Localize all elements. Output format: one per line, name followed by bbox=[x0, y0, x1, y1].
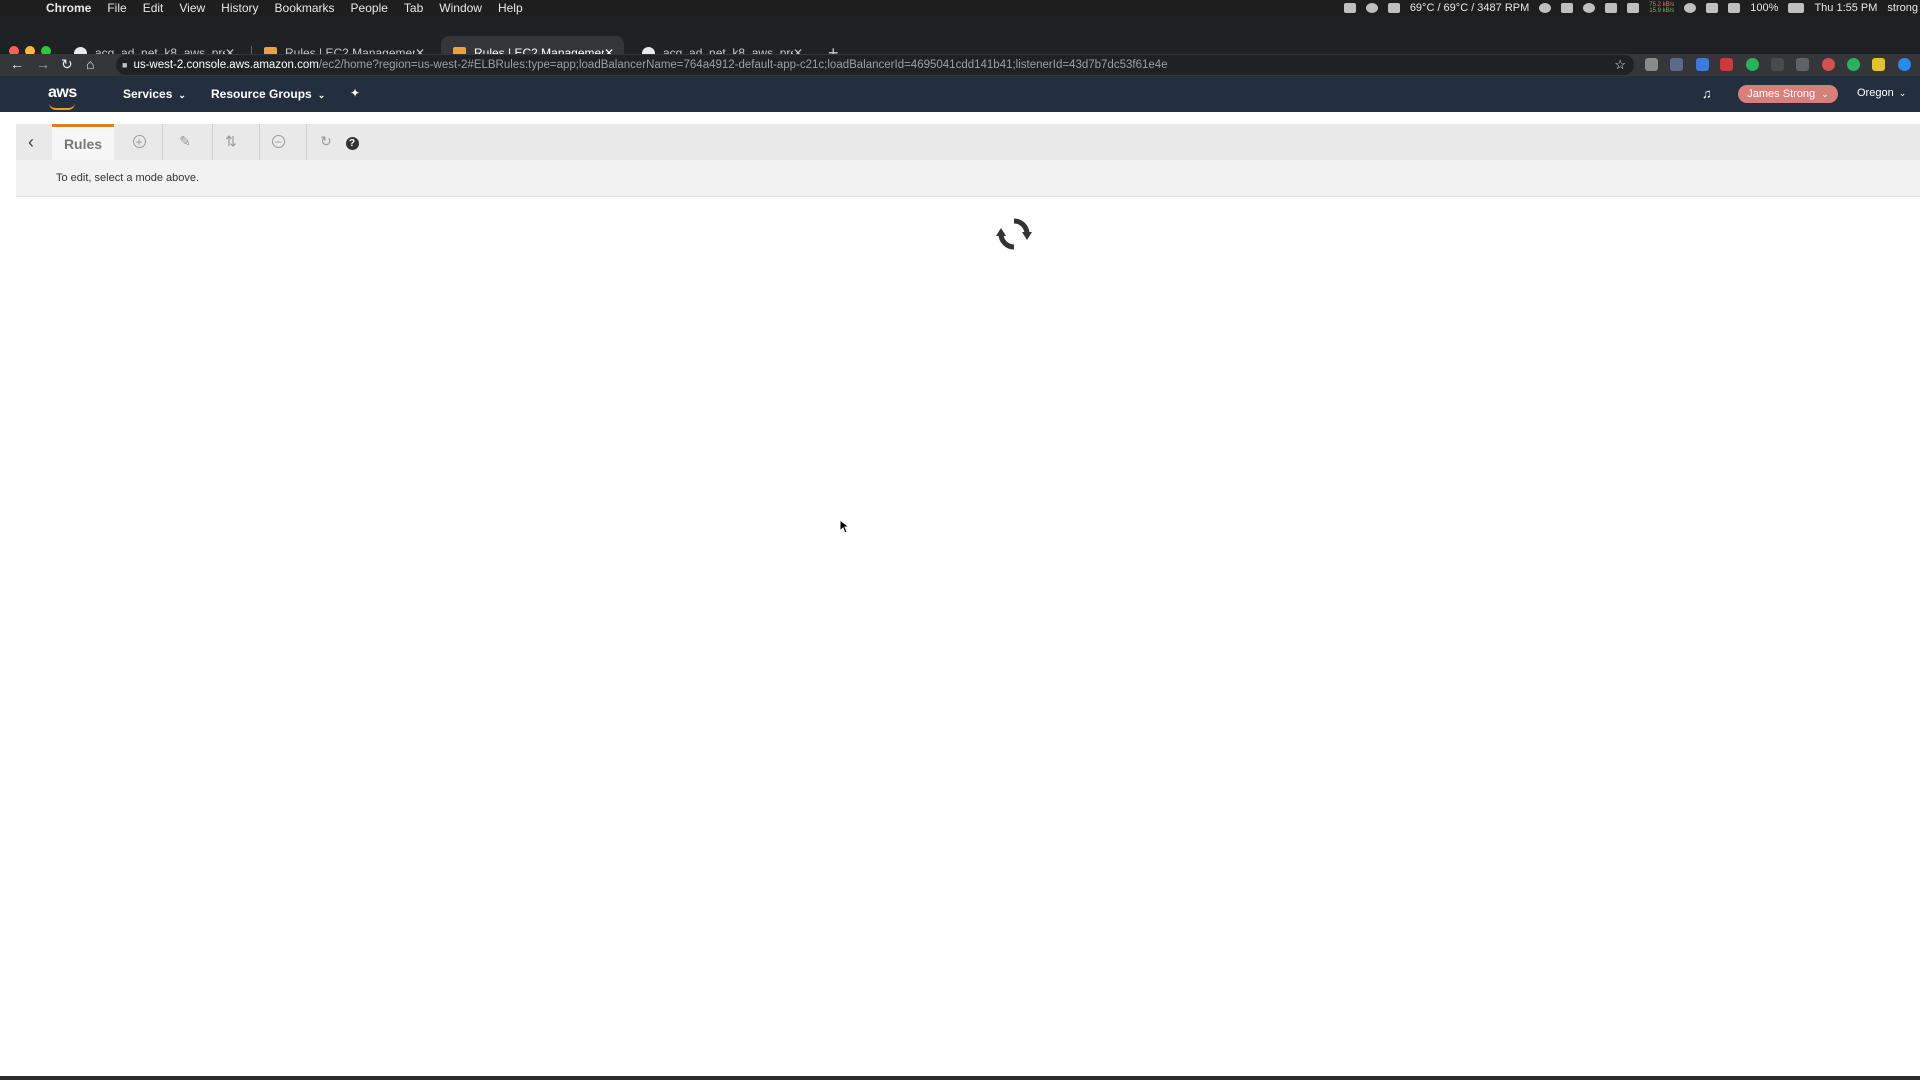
macos-menubar: Chrome File Edit View History Bookmarks … bbox=[0, 0, 1920, 16]
aws-logo[interactable]: aws bbox=[48, 84, 77, 102]
region-selector[interactable]: Oregon ⌄ bbox=[1857, 87, 1906, 99]
menubar-status-area: 69°C / 69°C / 3487 RPM 75.2 kB/s 15.9 kB… bbox=[1343, 0, 1920, 16]
battery-icon[interactable] bbox=[1788, 3, 1805, 13]
tab-rules[interactable]: Rules bbox=[52, 124, 114, 161]
chevron-down-icon: ⌄ bbox=[317, 90, 326, 100]
menu-view[interactable]: View bbox=[179, 1, 205, 15]
user-name: James Strong bbox=[1747, 88, 1816, 100]
menu-tab[interactable]: Tab bbox=[404, 1, 423, 15]
chevron-down-icon: ⌄ bbox=[1898, 88, 1907, 98]
menu-chrome[interactable]: Chrome bbox=[46, 1, 91, 15]
screen-record-icon[interactable] bbox=[1343, 3, 1356, 13]
chevron-down-icon: ⌄ bbox=[178, 90, 186, 100]
clock-app-icon[interactable] bbox=[1583, 3, 1596, 13]
reorder-rules-button[interactable]: ⇅ bbox=[222, 132, 240, 150]
url-host: us-west-2.console.aws.amazon.com bbox=[133, 59, 319, 71]
chevron-down-icon: ⌄ bbox=[1821, 88, 1829, 99]
edit-mode-hint: To edit, select a mode above. bbox=[56, 172, 200, 184]
plus-circle-icon: + bbox=[132, 135, 146, 148]
resource-groups-label: Resource Groups bbox=[211, 87, 312, 101]
services-label: Services bbox=[123, 87, 173, 101]
pencil-icon: ✎ bbox=[179, 133, 191, 149]
toolbar-divider bbox=[212, 124, 213, 160]
chat-icon[interactable] bbox=[1561, 3, 1574, 13]
home-icon[interactable]: ⌂ bbox=[86, 56, 94, 72]
rules-toolbar: ‹ Rules + ✎ ⇅ − ↻ ? bbox=[16, 124, 1920, 161]
extension-icon[interactable] bbox=[1872, 58, 1885, 71]
extension-icon[interactable] bbox=[1898, 58, 1911, 71]
resource-groups-menu[interactable]: Resource Groups ⌄ bbox=[211, 87, 325, 101]
volume-icon[interactable] bbox=[1728, 3, 1741, 13]
extension-icon[interactable] bbox=[1822, 58, 1835, 71]
mouse-cursor-icon bbox=[840, 520, 850, 534]
refresh-icon: ↻ bbox=[320, 133, 332, 149]
temps-readout[interactable]: 69°C / 69°C / 3487 RPM bbox=[1410, 2, 1529, 14]
refresh-button[interactable]: ↻ bbox=[317, 132, 335, 150]
extension-icon[interactable] bbox=[1746, 58, 1759, 71]
lock-icon[interactable]: ■ bbox=[122, 60, 127, 70]
extension-icon[interactable] bbox=[1720, 58, 1733, 71]
medical-cross-icon[interactable] bbox=[1605, 3, 1618, 13]
extension-icon[interactable] bbox=[1670, 58, 1683, 71]
aws-console-header: aws Services ⌄ Resource Groups ⌄ ✦ ♫ James… bbox=[0, 76, 1920, 112]
battery-percent[interactable]: 100% bbox=[1750, 2, 1778, 14]
bell-icon[interactable]: ♫ bbox=[1702, 86, 1712, 101]
help-icon: ? bbox=[345, 137, 359, 150]
menu-bookmarks[interactable]: Bookmarks bbox=[275, 1, 335, 15]
net-down: 15.9 kB/s bbox=[1649, 8, 1675, 14]
add-rule-button[interactable]: + bbox=[130, 132, 148, 150]
moon-icon[interactable] bbox=[1539, 3, 1552, 13]
pin-icon[interactable]: ✦ bbox=[350, 86, 360, 100]
menubar-user[interactable]: strong bbox=[1887, 2, 1918, 14]
aws-smile-logo-icon bbox=[49, 103, 75, 110]
docker-icon[interactable] bbox=[1387, 3, 1400, 13]
menu-window[interactable]: Window bbox=[439, 1, 482, 15]
menu-people[interactable]: People bbox=[351, 1, 388, 15]
edit-hint-bar: To edit, select a mode above. bbox=[16, 160, 1920, 197]
back-arrow-icon[interactable]: ← bbox=[10, 56, 24, 72]
extension-icon[interactable] bbox=[1645, 58, 1658, 71]
reorder-arrows-icon: ⇅ bbox=[225, 133, 237, 149]
cloud-icon[interactable] bbox=[1627, 3, 1640, 13]
back-chevron-icon[interactable]: ‹ bbox=[28, 132, 34, 153]
menu-help[interactable]: Help bbox=[498, 1, 523, 15]
user-account-menu[interactable]: James Strong ⌄ bbox=[1738, 85, 1838, 103]
delete-rule-button[interactable]: − bbox=[269, 132, 287, 150]
address-bar[interactable]: ■ us-west-2.console.aws.amazon.com /ec2/… bbox=[116, 55, 1634, 75]
extension-icon[interactable] bbox=[1796, 58, 1809, 71]
toolbar-divider bbox=[162, 124, 163, 160]
toolbar-divider bbox=[306, 124, 307, 160]
loading-spinner-icon bbox=[996, 218, 1032, 250]
extension-icon[interactable] bbox=[1696, 58, 1709, 71]
edit-rule-button[interactable]: ✎ bbox=[176, 132, 194, 150]
menubar-clock[interactable]: Thu 1:55 PM bbox=[1814, 2, 1877, 14]
chrome-tabstrip: acg_ad_net_k8_aws_presentati ✕ Rules | E… bbox=[0, 16, 1920, 70]
wifi-icon[interactable] bbox=[1706, 3, 1719, 13]
tab-rules-label: Rules bbox=[63, 136, 103, 152]
menu-history[interactable]: History bbox=[221, 1, 258, 15]
region-label: Oregon bbox=[1857, 87, 1894, 99]
menu-edit[interactable]: Edit bbox=[143, 1, 164, 15]
reload-icon[interactable]: ↻ bbox=[61, 56, 73, 73]
network-stats[interactable]: 75.2 kB/s 15.9 kB/s bbox=[1649, 2, 1674, 14]
time-machine-icon[interactable] bbox=[1684, 3, 1697, 13]
extension-icon[interactable] bbox=[1771, 58, 1784, 71]
forward-arrow-icon[interactable]: → bbox=[36, 56, 50, 72]
toolbar-divider bbox=[259, 124, 260, 160]
extension-icon[interactable] bbox=[1847, 58, 1860, 71]
minus-circle-icon: − bbox=[271, 135, 285, 148]
window-bottom-edge bbox=[0, 1076, 1920, 1080]
globe-icon[interactable] bbox=[1365, 3, 1378, 13]
bookmark-star-icon[interactable]: ☆ bbox=[1614, 57, 1626, 73]
help-button[interactable]: ? bbox=[343, 132, 361, 150]
url-path: /ec2/home?region=us-west-2#ELBRules:type… bbox=[318, 59, 1168, 71]
menu-file[interactable]: File bbox=[107, 1, 126, 15]
services-menu[interactable]: Services ⌄ bbox=[123, 87, 186, 101]
